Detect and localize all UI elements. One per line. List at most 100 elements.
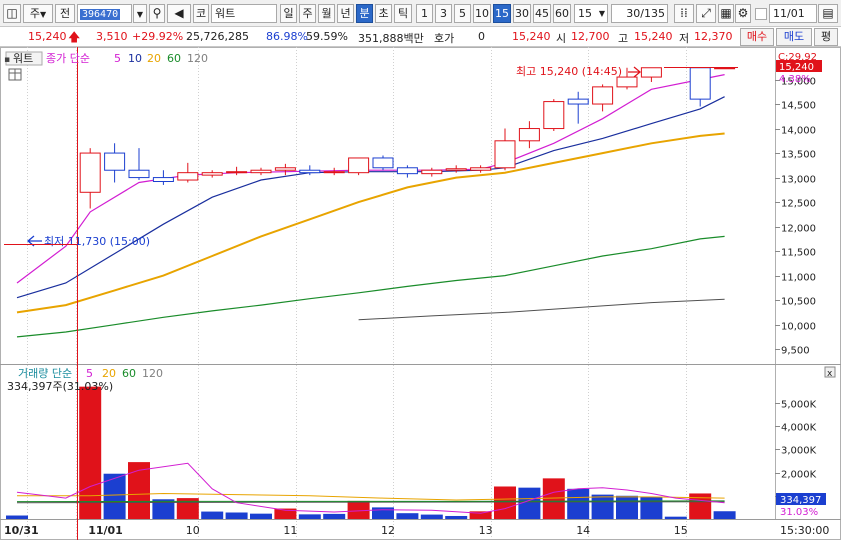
low-price: 12,370 <box>694 30 733 43</box>
period-minute-button[interactable]: 분 <box>356 4 373 23</box>
candle-up <box>592 86 614 105</box>
volume-bar-down <box>616 495 638 519</box>
hoga-value: 0 <box>478 30 485 43</box>
period-second-button[interactable]: 초 <box>375 4 392 23</box>
chevron-down-icon: ▼ <box>39 10 47 19</box>
interval-select-value: 15 <box>578 7 592 20</box>
interval-3-button[interactable]: 3 <box>435 4 452 23</box>
ma-legend-60: 60 <box>167 52 181 65</box>
price-tick-label: 9,500 <box>781 346 810 357</box>
period-month-button[interactable]: 월 <box>318 4 335 23</box>
time-axis-label: 10 <box>186 524 200 537</box>
time-axis-label: 11/01 <box>88 524 123 537</box>
volume-bar-down <box>6 515 28 519</box>
period-day-button[interactable]: 일 <box>280 4 297 23</box>
time-axis-label: 15 <box>674 524 688 537</box>
chart-menu-icon[interactable]: ◫ <box>3 4 21 23</box>
volume-legend-5: 5 <box>86 367 93 380</box>
candle-up <box>494 140 516 169</box>
search-button[interactable]: ⚲ <box>149 4 165 23</box>
volume-legend-20: 20 <box>102 367 116 380</box>
volume-tick-label: 5,000K <box>781 400 817 411</box>
sell-button[interactable]: 매도 <box>776 28 812 46</box>
price-tick-label: 11,500 <box>781 248 816 259</box>
interval-15-button[interactable]: 15 <box>493 4 511 23</box>
low-label: 저 <box>679 32 690 45</box>
up-arrow-icon: 🡅 <box>68 30 81 44</box>
market-type-label: 주 <box>29 7 40 20</box>
date-checkbox[interactable] <box>755 8 767 20</box>
price-tick-label: 12,000 <box>781 224 816 235</box>
evaluate-button[interactable]: 평 <box>814 28 838 46</box>
grid-button[interactable]: ⁞⁞ <box>674 4 694 23</box>
volume-bar-down <box>664 516 687 519</box>
interval-5-button[interactable]: 5 <box>454 4 471 23</box>
chevron-down-icon: ▼ <box>136 10 144 19</box>
panel-menu-icon[interactable]: ▪ <box>4 55 10 65</box>
interval-10-button[interactable]: 10 <box>473 4 491 23</box>
volume-bar-up <box>79 386 102 519</box>
volume-bar-down <box>713 511 736 519</box>
candle-down <box>372 157 394 169</box>
volume-legend-120: 120 <box>142 367 163 380</box>
calendar-icon: ▤ <box>822 6 834 20</box>
interval-60-button[interactable]: 60 <box>553 4 571 23</box>
current-price: 15,240 <box>28 30 67 43</box>
change-amount: 3,510 <box>96 30 128 43</box>
interval-45-button[interactable]: 45 <box>533 4 551 23</box>
sound-button[interactable]: ◀ <box>167 4 191 23</box>
market-badge: 코 <box>193 4 209 23</box>
volume-bar-down <box>201 511 224 519</box>
chart-area: 9,500 10,000 10,500 11,000 11,500 12,000 12,50… <box>0 47 841 540</box>
candle-down <box>299 169 321 174</box>
volume-value: 25,726,285 <box>186 30 249 43</box>
price-tick-label: 12,500 <box>781 199 816 210</box>
candle-up <box>470 167 492 171</box>
code-dropdown-button[interactable]: ▼ <box>133 4 147 23</box>
volume-tick-label: 4,000K <box>781 423 817 434</box>
speaker-icon: ◀ <box>174 6 184 20</box>
tool-button[interactable]: ⤢ <box>696 4 716 23</box>
interval-30-button[interactable]: 30 <box>513 4 531 23</box>
date-field[interactable]: 11/01 <box>769 4 817 23</box>
candle-down <box>689 67 711 100</box>
candle-up <box>177 172 199 181</box>
price-tick-label: 11,000 <box>781 273 816 284</box>
candle-down <box>104 152 126 171</box>
volume-bar-down <box>372 507 394 519</box>
candle-up <box>250 169 272 174</box>
price-tick-label: 13,500 <box>781 150 816 161</box>
interval-select[interactable]: 15 ▼ <box>574 4 608 23</box>
time-axis-label: 10/31 <box>4 524 39 537</box>
candle-up <box>226 171 248 174</box>
stock-name-tag-label: 워트 <box>13 52 33 65</box>
period-tick-button[interactable]: 틱 <box>394 4 412 23</box>
volume-bar-down <box>567 488 590 519</box>
stock-code-input[interactable]: 396470 <box>77 4 132 23</box>
ma-legend-5: 5 <box>114 52 121 65</box>
stock-name-field[interactable]: 워트 <box>211 4 277 23</box>
time-axis-label: 13 <box>479 524 493 537</box>
buy-button[interactable]: 매수 <box>740 28 774 46</box>
time-axis-label: 11 <box>283 524 297 537</box>
volume-bar-up <box>347 500 370 519</box>
export-button[interactable]: ▦ <box>718 4 734 23</box>
calendar-button[interactable]: ▤ <box>818 4 838 23</box>
interval-1-button[interactable]: 1 <box>416 4 433 23</box>
candle-up <box>79 152 101 193</box>
settings-button[interactable]: ⚙ <box>735 4 751 23</box>
volume-legend-title: 거래량 단순 <box>18 367 72 380</box>
market-type-select[interactable]: 주▼ <box>23 4 53 23</box>
stock-chart[interactable]: 9,500 10,000 10,500 11,000 11,500 12,000 12,50… <box>0 47 841 540</box>
volume-info: 334,397주(31.03%) <box>7 380 113 393</box>
ma-legend-title: 종가 단순 <box>46 52 90 65</box>
period-year-button[interactable]: 년 <box>337 4 354 23</box>
high-price: 15,240 <box>634 30 673 43</box>
prev-button[interactable]: 전 <box>55 4 75 23</box>
page-count-field[interactable]: 30/135 <box>611 4 668 23</box>
price-tick-label: 13,000 <box>781 175 816 186</box>
candle-up <box>323 171 345 174</box>
open-label: 시 <box>556 32 567 45</box>
low-marker-label: 최저 11,730 (15:00) <box>44 235 150 248</box>
period-week-button[interactable]: 주 <box>299 4 316 23</box>
